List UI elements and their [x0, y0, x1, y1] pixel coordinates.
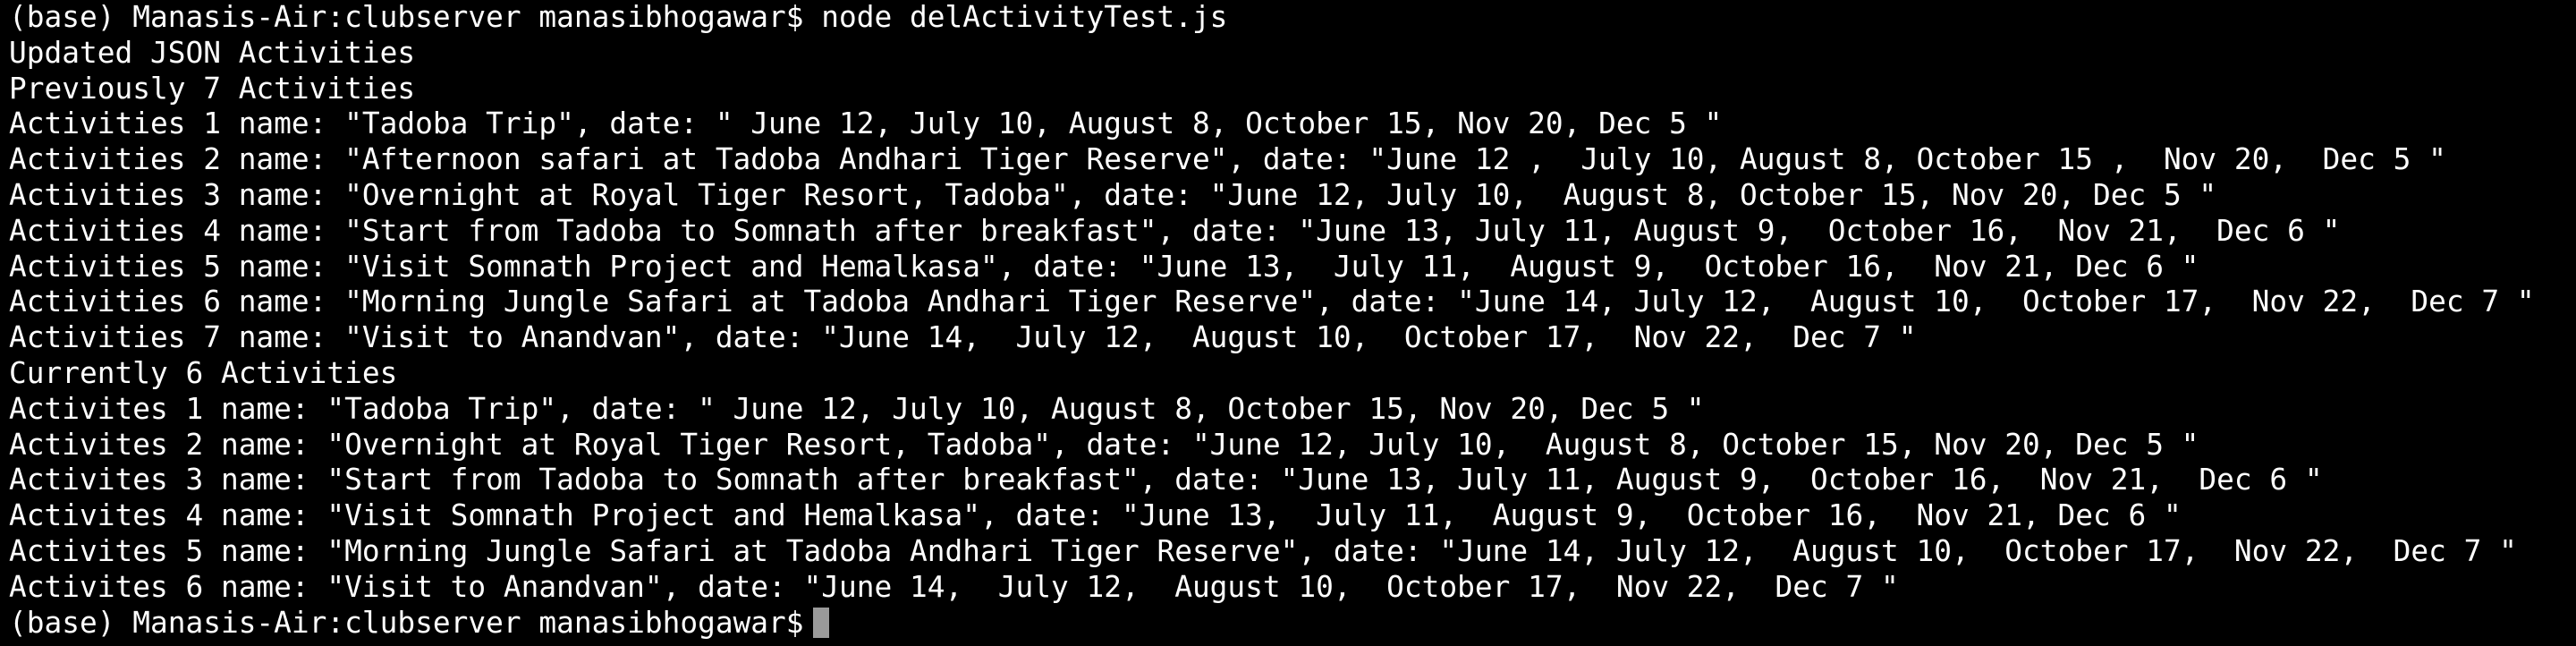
terminal-output-line: Activites 5 name: "Morning Jungle Safari… [9, 533, 2517, 568]
terminal-output-line: Activities 2 name: "Afternoon safari at … [9, 142, 2446, 177]
terminal-output-line: Updated JSON Activities [9, 35, 416, 70]
terminal-cursor [812, 607, 829, 638]
terminal-window[interactable]: (base) Manasis-Air:clubserver manasibhog… [0, 0, 2576, 646]
terminal-line-command: (base) Manasis-Air:clubserver manasibhog… [9, 0, 1228, 34]
terminal-output-line: Activities 3 name: "Overnight at Royal T… [9, 177, 2217, 212]
terminal-output-line: Activites 3 name: "Start from Tadoba to … [9, 463, 2323, 497]
terminal-output-line: Activities 5 name: "Visit Somnath Projec… [9, 249, 2199, 284]
terminal-output-line: Activities 6 name: "Morning Jungle Safar… [9, 285, 2535, 319]
terminal-output-line: Currently 6 Activities [9, 355, 398, 390]
terminal-output-line: Activites 1 name: "Tadoba Trip", date: "… [9, 391, 1705, 426]
terminal-output-line: Activites 4 name: "Visit Somnath Project… [9, 498, 2182, 533]
terminal-output-line: Activities 1 name: "Tadoba Trip", date: … [9, 106, 1723, 141]
terminal-prompt: (base) Manasis-Air:clubserver manasibhog… [9, 605, 804, 640]
terminal-output-line: Previously 7 Activities [9, 71, 416, 106]
terminal-output-line: Activities 4 name: "Start from Tadoba to… [9, 213, 2341, 248]
terminal-output-line: Activites 2 name: "Overnight at Royal Ti… [9, 427, 2199, 462]
terminal-output-line: Activites 6 name: "Visit to Anandvan", d… [9, 569, 1899, 604]
terminal-prompt-line[interactable]: (base) Manasis-Air:clubserver manasibhog… [9, 606, 2576, 642]
terminal-output-line: Activities 7 name: "Visit to Anandvan", … [9, 320, 1917, 355]
